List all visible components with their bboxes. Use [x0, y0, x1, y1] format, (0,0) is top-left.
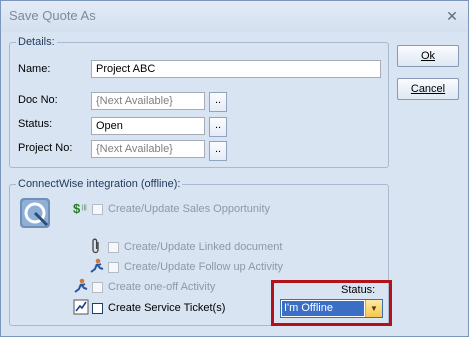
ticket-icon: [73, 299, 89, 315]
projectno-browse-button[interactable]: ..: [209, 141, 227, 161]
docno-input[interactable]: {Next Available}: [91, 92, 205, 110]
paperclip-icon: [92, 238, 99, 254]
service-ticket-label: Create Service Ticket(s): [108, 302, 226, 314]
one-off-activity-checkbox[interactable]: [92, 282, 103, 293]
details-legend: Details:: [18, 36, 55, 48]
docno-label: Doc No:: [18, 94, 58, 106]
follow-up-activity-checkbox[interactable]: [108, 262, 119, 273]
chevron-down-icon[interactable]: ▼: [365, 300, 382, 317]
close-icon[interactable]: ✕: [442, 7, 462, 25]
sales-opportunity-checkbox[interactable]: [92, 204, 103, 215]
person-run-icon: [90, 258, 104, 273]
ok-label: Ok: [420, 50, 436, 62]
status-input[interactable]: Open: [91, 117, 205, 135]
status-browse-button[interactable]: ..: [209, 117, 227, 137]
person-run-icon: [74, 278, 88, 293]
follow-up-activity-label: Create/Update Follow up Activity: [124, 261, 283, 273]
one-off-activity-label: Create one-off Activity: [108, 281, 216, 293]
window-title: Save Quote As: [9, 8, 96, 23]
connectwise-legend: ConnectWise integration (offline):: [18, 178, 181, 190]
sales-opportunity-label: Create/Update Sales Opportunity: [108, 203, 271, 215]
dollar-bars-icon: |||: [82, 205, 87, 211]
ok-button[interactable]: Ok: [397, 45, 459, 67]
name-input[interactable]: Project ABC: [91, 60, 381, 78]
dialog-body: Details: Name: Project ABC Doc No: {Next…: [4, 32, 465, 333]
service-ticket-checkbox[interactable]: [92, 303, 103, 314]
projectno-input[interactable]: {Next Available}: [91, 140, 205, 158]
status-label: Status:: [18, 118, 53, 130]
docno-browse-button[interactable]: ..: [209, 92, 227, 112]
projectno-label: Project No:: [18, 142, 73, 154]
save-quote-dialog: Save Quote As ✕ Details: Name: Project A…: [0, 0, 469, 337]
linked-document-checkbox[interactable]: [108, 242, 119, 253]
offline-status-value: I'm Offline: [282, 301, 364, 316]
cancel-label: Cancel: [410, 83, 446, 95]
name-label: Name:: [18, 63, 51, 75]
linked-document-label: Create/Update Linked document: [124, 241, 283, 253]
offline-status-select[interactable]: I'm Offline ▼: [280, 299, 383, 318]
cancel-button[interactable]: Cancel: [397, 78, 459, 100]
connectwise-logo-icon: [20, 198, 50, 228]
dollar-icon: $: [73, 201, 81, 216]
offline-status-label: Status:: [341, 284, 376, 296]
title-bar: Save Quote As ✕: [1, 1, 468, 32]
